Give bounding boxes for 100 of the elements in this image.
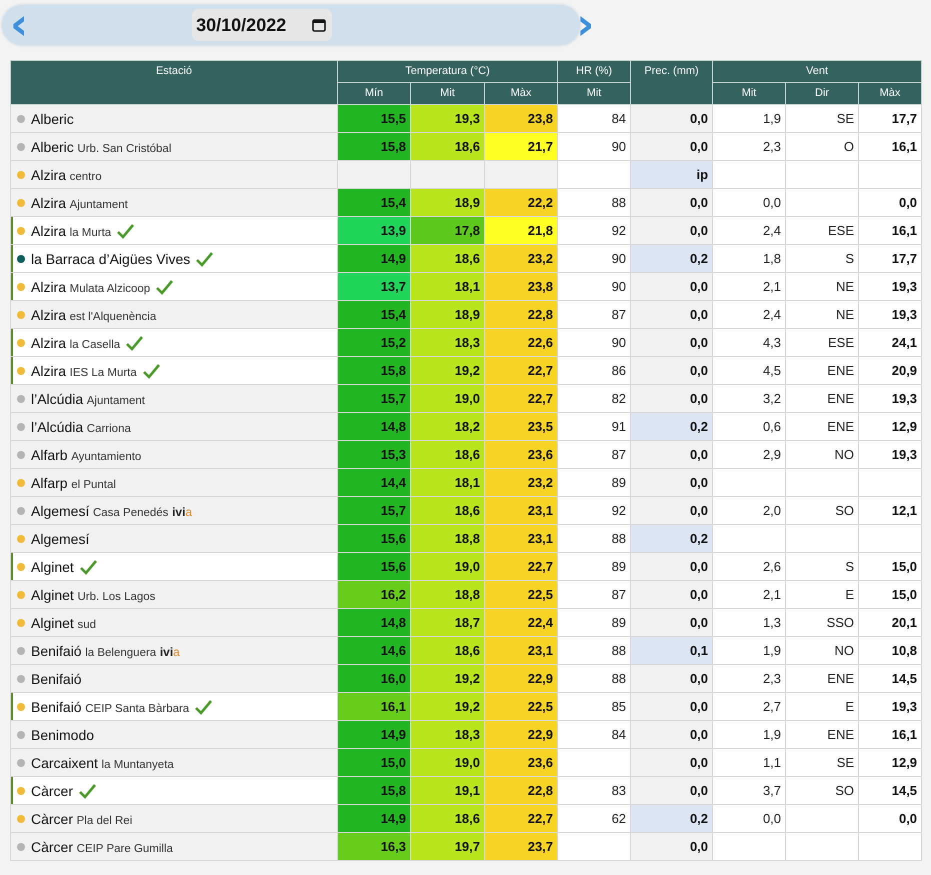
table-cell: 2,6 [712, 552, 786, 580]
table-cell: S [786, 244, 859, 272]
table-cell: 3,2 [712, 384, 786, 412]
station-name: Carcaixent la Muntanyeta [31, 756, 174, 770]
table-cell: 19,1 [410, 776, 484, 804]
table-cell: 0,2 [630, 524, 713, 552]
table-cell: 18,9 [410, 300, 484, 328]
table-cell: NE [786, 300, 859, 328]
station-name: Alzira est l'Alquenència [31, 308, 156, 322]
table-cell: 19,3 [410, 104, 484, 132]
station-name: Alzira la Casella [31, 336, 120, 350]
table-cell: S [786, 552, 859, 580]
table-cell: 18,6 [410, 804, 484, 832]
table-cell: 18,1 [410, 468, 484, 496]
table-cell: 14,9 [338, 804, 410, 832]
table-cell: 15,7 [338, 384, 410, 412]
table-cell: 19,0 [410, 552, 484, 580]
table-cell: 16,2 [338, 580, 410, 608]
station-name: Alzira IES La Murta [31, 364, 137, 378]
previous-button[interactable]: ‹ [6, 5, 32, 45]
table-cell: 15,0 [338, 748, 410, 776]
column-header: Màx [484, 82, 558, 104]
column-header: Vent [712, 60, 922, 82]
table-cell: 87 [558, 300, 631, 328]
table-cell: 0,0 [630, 440, 713, 468]
table-cell: 0,0 [630, 328, 713, 356]
table-cell: 84 [558, 720, 631, 748]
column-header: Dir [786, 82, 859, 104]
table-cell: 0,0 [630, 216, 713, 244]
table-cell: 0,0 [630, 832, 713, 860]
table-cell: 23,6 [484, 440, 558, 468]
check-icon [126, 336, 144, 350]
table-cell: ENE [786, 412, 859, 440]
table-cell: 23,5 [484, 412, 558, 440]
table-cell: 1,1 [712, 748, 786, 776]
station-name: l’Alcúdia Carriona [31, 420, 131, 434]
table-cell: 0,6 [712, 412, 786, 440]
table-cell: ESE [786, 328, 859, 356]
check-icon [195, 700, 212, 714]
table-cell: 82 [558, 384, 631, 412]
station-name: Càrcer CEIP Pare Gumilla [31, 840, 173, 854]
table-cell: 18,8 [410, 580, 484, 608]
column-header: HR (%) [558, 60, 631, 82]
table-cell: 87 [558, 580, 631, 608]
station-name: Alginet sud [31, 616, 96, 630]
station-name: Càrcer [31, 784, 74, 798]
table-cell: 90 [558, 132, 631, 160]
table-cell: 18,7 [410, 608, 484, 636]
table-cell: 18,6 [410, 496, 484, 524]
table-cell: 10,8 [858, 636, 922, 664]
table-cell: 87 [558, 440, 631, 468]
table-cell: 17,7 [858, 104, 922, 132]
column-header: Temperatura (°C) [338, 60, 558, 82]
table-cell: 2,1 [712, 580, 786, 608]
table-cell: ip [630, 160, 713, 188]
calendar-icon[interactable] [312, 18, 326, 32]
date-field[interactable]: 30/10/2022 [192, 9, 332, 41]
table-cell: 12,9 [858, 412, 922, 440]
table-cell: 15,7 [338, 496, 410, 524]
table-cell: 0,0 [630, 356, 713, 384]
table-cell: 0,0 [630, 384, 713, 412]
table-cell: 15,6 [338, 552, 410, 580]
table-cell: 0,0 [630, 104, 713, 132]
table-cell: 21,7 [484, 132, 558, 160]
table-cell: 15,4 [338, 188, 410, 216]
table-cell: 90 [558, 272, 631, 300]
table-cell: 19,3 [858, 300, 922, 328]
table-cell: 16,1 [858, 216, 922, 244]
table-cell: 0,0 [630, 692, 713, 720]
table-cell: 0,2 [630, 804, 713, 832]
table-cell: 15,3 [338, 440, 410, 468]
table-cell: 19,3 [858, 384, 922, 412]
station-name: la Barraca d’Aigües Vives [31, 252, 190, 266]
table-cell: 86 [558, 356, 631, 384]
table-cell: 19,0 [410, 748, 484, 776]
table-cell: SE [786, 104, 859, 132]
table-cell: 4,5 [712, 356, 786, 384]
table-cell: 20,1 [858, 608, 922, 636]
table-cell: 88 [558, 524, 631, 552]
station-name: Algemesí [31, 532, 90, 546]
table-cell: 0,0 [858, 188, 922, 216]
table-cell: 4,3 [712, 328, 786, 356]
table-cell: 0,0 [630, 188, 713, 216]
table-cell: 18,8 [410, 524, 484, 552]
table-cell: 1,8 [712, 244, 786, 272]
station-name: Benifaió la Belenguera ivia [31, 644, 180, 658]
table-cell: 84 [558, 104, 631, 132]
table-cell: 15,8 [338, 356, 410, 384]
table-cell: 18,6 [410, 132, 484, 160]
check-icon [196, 252, 214, 266]
station-name: Benifaió [31, 672, 82, 686]
table-cell: 3,7 [712, 776, 786, 804]
table-cell: 17,7 [858, 244, 922, 272]
table-cell: 22,4 [484, 608, 558, 636]
table-cell: 22,9 [484, 664, 558, 692]
table-cell: 0,0 [630, 468, 713, 496]
next-button[interactable]: › [572, 5, 598, 45]
table-cell: 14,9 [338, 244, 410, 272]
check-icon [117, 224, 134, 238]
table-cell: 62 [558, 804, 631, 832]
